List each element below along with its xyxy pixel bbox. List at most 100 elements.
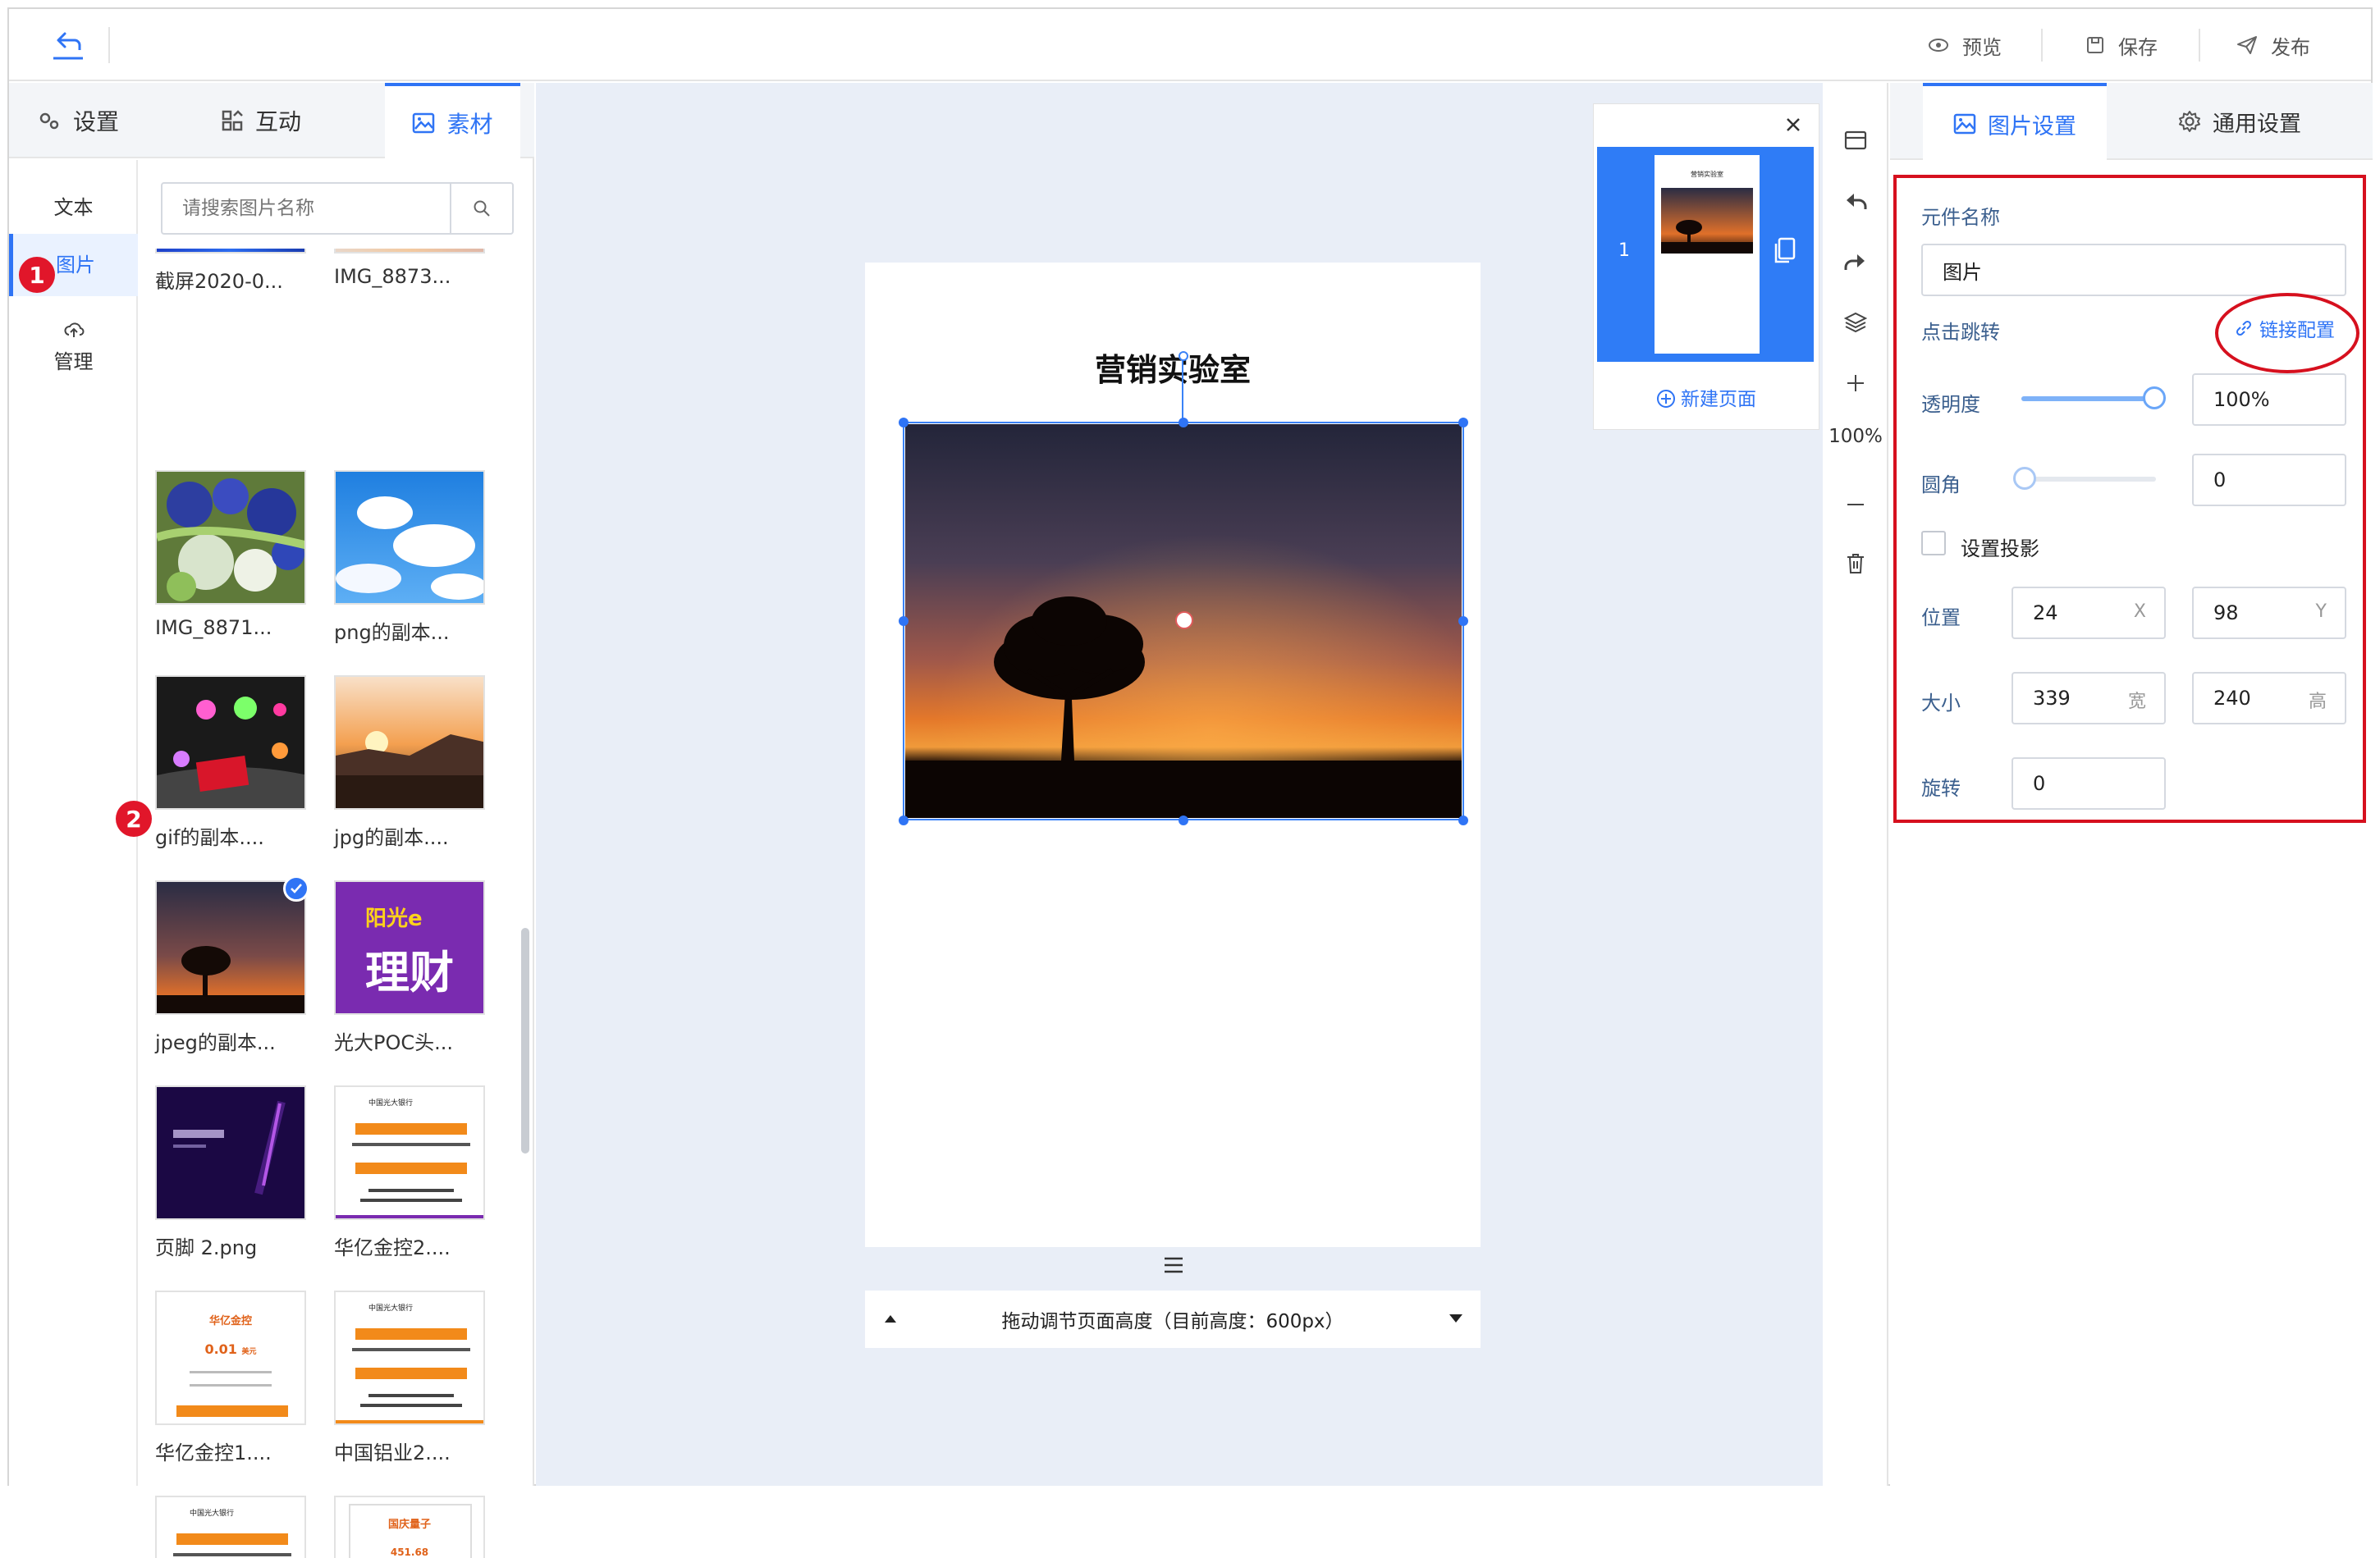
publish-button[interactable]: 发布 <box>2236 27 2310 63</box>
gallery-thumbnail <box>155 675 306 810</box>
gallery-thumbnail <box>334 470 485 605</box>
rotate-value: 0 <box>2033 772 2046 795</box>
gallery-item[interactable]: jpg的副本.... <box>334 675 490 850</box>
tab-general-settings[interactable]: 通用设置 <box>2141 83 2338 160</box>
gallery-thumbnail: 阳光e 理财 <box>334 880 485 1015</box>
rotate-label: 旋转 <box>1921 777 1961 800</box>
page-artboard[interactable]: 营销实验室 <box>865 263 1481 1247</box>
gears-icon <box>39 112 59 130</box>
position-y-field[interactable]: 98 Y <box>2192 587 2346 639</box>
gallery-item[interactable]: 中国光大银行 中国铝业2.... <box>334 1291 490 1465</box>
opacity-slider-fill <box>2021 396 2156 401</box>
delete-button[interactable] <box>1839 547 1872 580</box>
rotate-line <box>1182 354 1183 423</box>
save-button[interactable]: 保存 <box>2085 27 2158 63</box>
zoom-out-button[interactable] <box>1839 488 1872 521</box>
width-field[interactable]: 339 宽 <box>2012 672 2166 724</box>
rotate-field[interactable]: 0 <box>2012 757 2166 810</box>
gallery-item[interactable]: 截屏2020-0... <box>155 249 311 294</box>
shadow-checkbox[interactable] <box>1921 531 1946 555</box>
gallery-item[interactable]: 中国光大银行 <box>155 1496 311 1558</box>
resize-handle-sw[interactable] <box>899 816 909 825</box>
position-x-field[interactable]: 24 X <box>2012 587 2166 639</box>
back-icon[interactable] <box>50 25 86 62</box>
preview-button[interactable]: 预览 <box>1928 27 2002 63</box>
gallery-item[interactable]: 阳光e 理财 光大POC头... <box>334 880 490 1055</box>
page-preview-title: 营销实验室 <box>1691 171 1723 178</box>
image-gallery: 截屏2020-0... IMG_8873... IMG_8871... png的… <box>140 249 526 1558</box>
save-icon <box>2087 37 2103 53</box>
zoom-in-button[interactable] <box>1839 367 1872 400</box>
resize-handle-ne[interactable] <box>1458 418 1468 427</box>
gallery-item[interactable]: IMG_8871... <box>155 470 311 639</box>
gallery-label: png的副本... <box>334 621 450 644</box>
gallery-scrollbar[interactable] <box>521 928 529 1154</box>
gallery-item[interactable]: png的副本... <box>334 470 490 645</box>
redo-button[interactable] <box>1839 245 1872 278</box>
thumb-bank-name: 中国光大银行 <box>190 1510 235 1518</box>
resize-handle-n[interactable] <box>1179 418 1188 427</box>
height-hint-text: 拖动调节页面高度（目前高度：600px） <box>1001 1311 1344 1332</box>
interact-icon <box>222 110 243 131</box>
resize-handle-se[interactable] <box>1458 816 1468 825</box>
app-window: 预览 保存 发布 设置 互动 素材 文本 图片 管理 请搜索图片名称 截屏202… <box>7 7 2373 1558</box>
thumb-brand-bottom: 理财 <box>365 947 454 998</box>
rotate-handle[interactable] <box>1179 351 1188 361</box>
resize-handle-s[interactable] <box>1179 816 1188 825</box>
page-title-text[interactable]: 营销实验室 <box>865 345 1481 390</box>
annotation-badge-2: 2 <box>116 801 152 837</box>
gallery-thumbnail <box>155 249 306 254</box>
tab-materials[interactable]: 素材 <box>385 83 520 160</box>
gallery-thumbnail: 中国光大银行 <box>155 1496 306 1558</box>
gallery-item[interactable]: gif的副本.... <box>155 675 311 850</box>
search-input[interactable] <box>162 184 452 233</box>
gallery-item[interactable]: 国庆量子 451.68 <box>334 1496 490 1558</box>
search-button[interactable] <box>450 184 512 233</box>
gallery-item[interactable]: 页脚 2.png <box>155 1085 311 1260</box>
image-icon <box>413 112 435 134</box>
gallery-item[interactable]: 华亿金控 0.01 美元 华亿金控1.... <box>155 1291 311 1465</box>
nav-item-text[interactable]: 文本 <box>9 191 138 220</box>
gallery-item[interactable]: jpeg的副本... <box>155 880 311 1055</box>
radius-field[interactable]: 0 <box>2192 454 2346 506</box>
opacity-field[interactable]: 100% <box>2192 373 2346 426</box>
close-icon[interactable] <box>1784 116 1802 134</box>
opacity-slider-knob[interactable] <box>2143 386 2166 409</box>
position-y-value: 98 <box>2213 601 2239 624</box>
tab-interact-label: 互动 <box>254 108 301 135</box>
gallery-item[interactable]: IMG_8873... <box>334 249 490 288</box>
arrow-up-icon[interactable] <box>883 1314 898 1323</box>
height-unit: 高 <box>2308 692 2327 712</box>
gallery-thumbnail <box>155 1085 306 1220</box>
resize-handle-e[interactable] <box>1458 616 1468 626</box>
arrow-down-icon[interactable] <box>1448 1314 1464 1323</box>
opacity-slider[interactable] <box>2021 396 2156 401</box>
element-name-field[interactable]: 图片 <box>1921 244 2346 296</box>
height-field[interactable]: 240 高 <box>2192 672 2346 724</box>
trash-icon <box>1847 554 1864 573</box>
resize-handle-nw[interactable] <box>899 418 909 427</box>
tab-settings[interactable]: 设置 <box>9 83 132 158</box>
window-icon <box>1844 130 1867 150</box>
undo-button[interactable] <box>1839 185 1872 217</box>
height-value: 240 <box>2213 687 2251 710</box>
thumb-huayi-unit: 美元 <box>241 1348 257 1356</box>
drag-handle-icon[interactable] <box>1161 1254 1186 1276</box>
thumb-guoqing-value: 451.68 <box>390 1547 429 1558</box>
new-page-button[interactable]: 新建页面 <box>1594 383 1819 411</box>
tab-image-settings[interactable]: 图片设置 <box>1923 83 2107 162</box>
minus-icon <box>1847 504 1864 505</box>
page-height-adjuster[interactable]: 拖动调节页面高度（目前高度：600px） <box>865 1291 1481 1348</box>
resize-handle-w[interactable] <box>899 616 909 626</box>
tab-interact[interactable]: 互动 <box>199 83 323 158</box>
nav-item-manage[interactable]: 管理 <box>9 321 138 374</box>
copy-page-icon[interactable] <box>1773 237 1796 265</box>
gallery-label: 光大POC头... <box>334 1031 454 1054</box>
page-view-button[interactable] <box>1839 124 1872 157</box>
layers-button[interactable] <box>1839 306 1872 339</box>
radius-slider-knob[interactable] <box>2013 467 2036 490</box>
gallery-item[interactable]: 中国光大银行 华亿金控2.... <box>334 1085 490 1260</box>
tab-settings-label: 设置 <box>72 108 119 135</box>
radius-slider[interactable] <box>2021 477 2156 482</box>
page-thumbnail-selected[interactable]: 1 营销实验室 <box>1597 147 1814 362</box>
